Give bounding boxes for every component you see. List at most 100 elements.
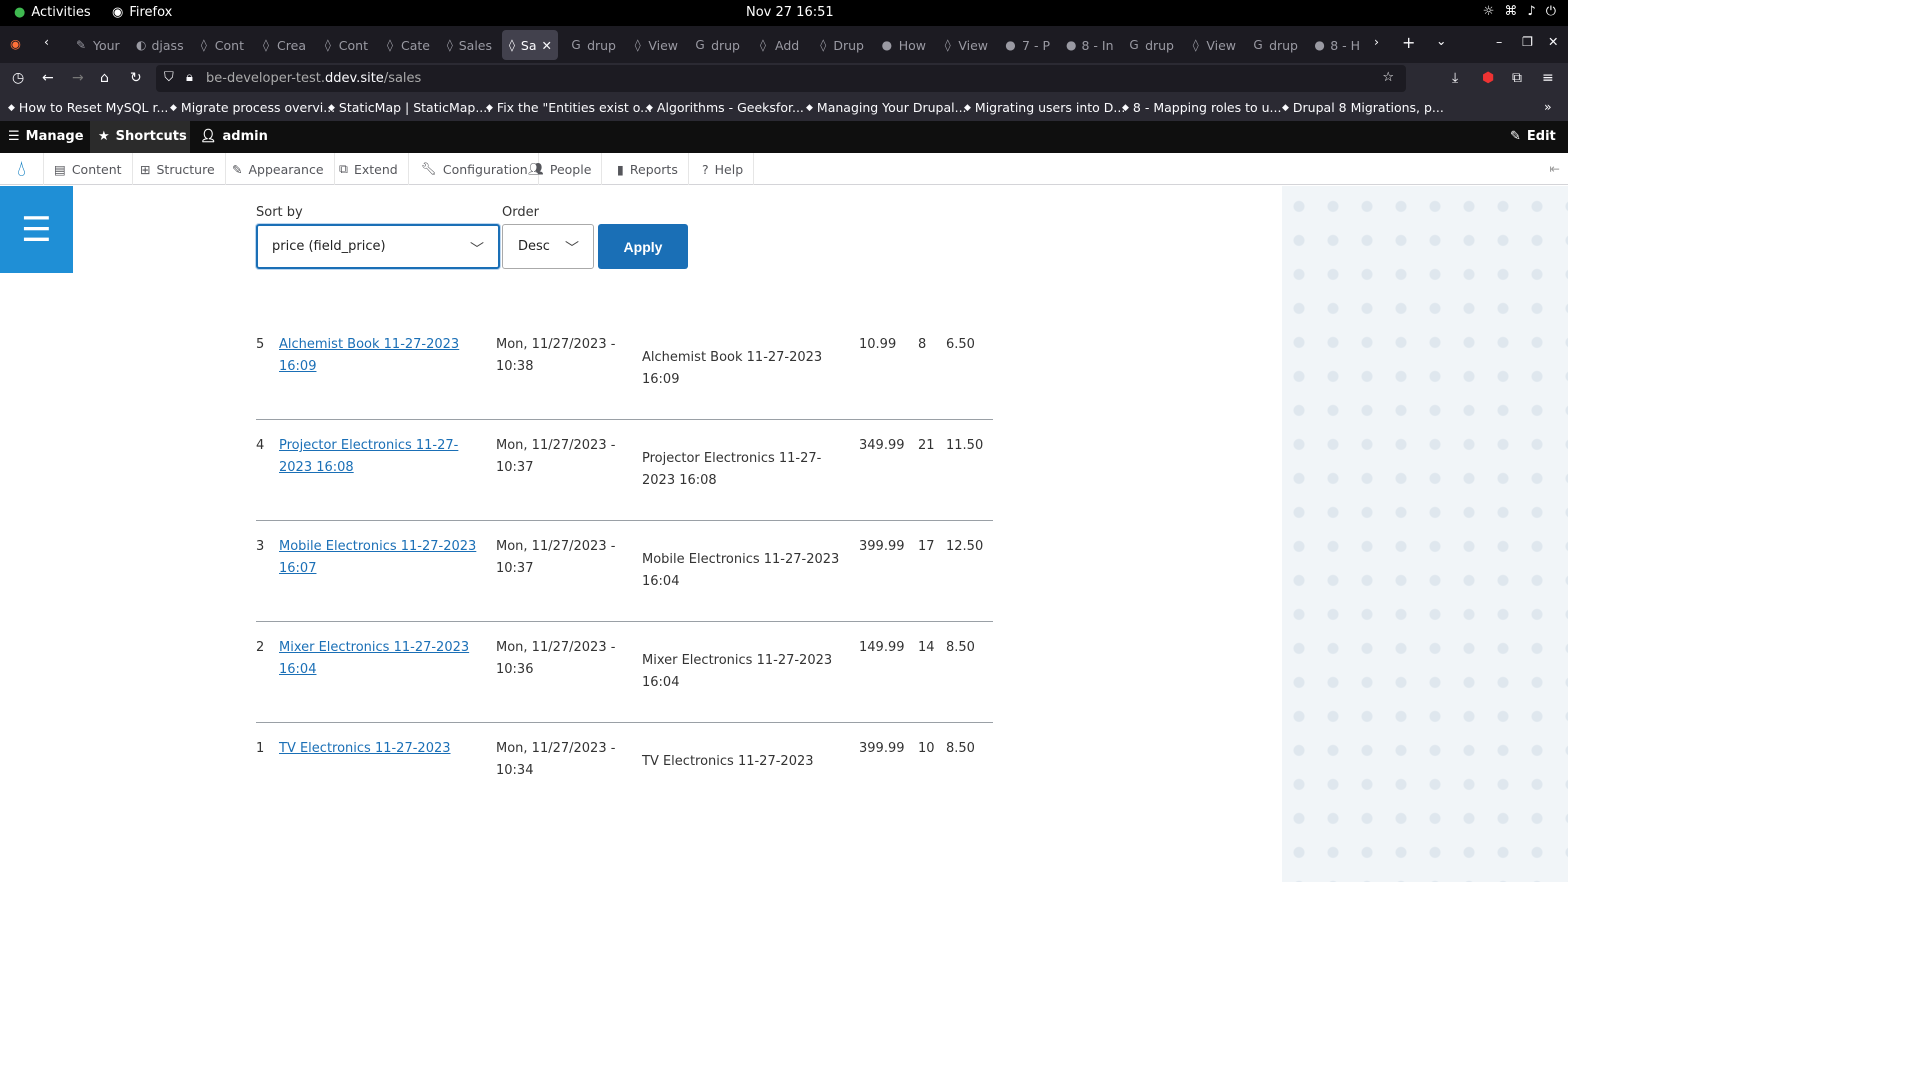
tab-15[interactable]: ● 7 - P xyxy=(998,30,1056,60)
tab-4[interactable]: ◊ Cont xyxy=(316,30,374,60)
google-icon: G xyxy=(571,38,581,52)
reload-icon[interactable]: ↻ xyxy=(130,70,142,86)
extensions-icon[interactable]: ⧉ xyxy=(1512,70,1522,86)
tab-13[interactable]: ● How xyxy=(874,30,932,60)
downloads-icon[interactable]: ⤓ xyxy=(1452,70,1458,86)
row-title-link[interactable]: TV Electronics 11-27-2023 xyxy=(279,738,489,760)
tab-label: Sales xyxy=(458,37,492,53)
clock[interactable]: Nov 27 16:51 xyxy=(746,5,834,20)
admin-menu-label: People xyxy=(549,161,592,177)
tab-19[interactable]: Gdrup xyxy=(1246,30,1304,60)
user-button[interactable]: 👤︎ admin xyxy=(200,129,268,144)
bookmark-item[interactable]: ◆ 8 - Mapping roles to u... xyxy=(1122,100,1281,115)
home-icon[interactable]: ⌂ xyxy=(100,70,109,86)
bookmark-favicon-icon: ◆ xyxy=(328,102,335,113)
tab-2[interactable]: ◊ Cont xyxy=(192,30,250,60)
shortcuts-button[interactable]: ★ Shortcuts xyxy=(98,129,187,144)
row-title-link[interactable]: Mobile Electronics 11-27-2023 16:07 xyxy=(279,536,489,580)
bookmark-item[interactable]: ◆ How to Reset MySQL r... xyxy=(8,100,168,115)
row-title-link[interactable]: Alchemist Book 11-27-2023 16:09 xyxy=(279,334,489,378)
admin-menu-content[interactable]: ▤ Content xyxy=(44,153,133,185)
system-tray[interactable]: ☼ ⌘ ♪ ⏻ xyxy=(1483,4,1556,19)
admin-menu-people[interactable]: 👥︎ People xyxy=(518,153,603,185)
order-select[interactable]: Desc ﹀ xyxy=(502,224,594,269)
tab-0[interactable]: ✎ Your xyxy=(68,30,126,60)
close-window-icon[interactable]: ✕ xyxy=(1548,34,1558,49)
orientation-toggle-icon[interactable]: ⇤ xyxy=(1550,161,1560,176)
drupal-icon: ◊ xyxy=(944,38,951,52)
bookmark-item[interactable]: ◆ Managing Your Drupal... xyxy=(806,100,967,115)
tab-label: Cate xyxy=(401,37,430,53)
sort-by-select[interactable]: price (field_price) ﹀ xyxy=(256,224,500,269)
url-bar[interactable]: ⛉ 🔒︎ be-developer-test.ddev.site/sales ☆ xyxy=(156,65,1406,92)
bookmark-label: Fix the "Entities exist o... xyxy=(496,100,653,115)
bookmark-favicon-icon: ◆ xyxy=(486,102,493,113)
new-tab-icon[interactable]: + xyxy=(1402,33,1415,52)
bookmark-item[interactable]: ◆ StaticMap | StaticMap.... xyxy=(328,100,491,115)
tab-strip: ◉ ‹ ✎ Your ◐ djass ◊ Cont ◊ Crea ◊ Cont ◊ Cate ◊ Sale… xyxy=(0,26,1568,63)
tab-1[interactable]: ◐ djass xyxy=(130,30,188,60)
bookmark-item[interactable]: ◆ Migrate process overvi... xyxy=(170,100,335,115)
close-tab-icon[interactable]: ✕ xyxy=(542,38,552,53)
back-icon[interactable]: ← xyxy=(42,70,54,86)
chevron-down-icon: ﹀ xyxy=(470,242,484,258)
apply-button[interactable]: Apply xyxy=(598,224,688,269)
admin-menu-appearance[interactable]: ✎ Appearance xyxy=(222,153,335,185)
tabs-scroll-right-icon[interactable]: › xyxy=(1374,34,1379,49)
bookmark-item[interactable]: ◆ Algorithms - Geeksfor... xyxy=(646,100,804,115)
minimize-icon[interactable]: – xyxy=(1496,34,1502,49)
activities-button[interactable]: ● Activities xyxy=(14,5,91,20)
admin-menu-label: Configuration xyxy=(442,161,528,177)
bookmark-item[interactable]: ◆ Fix the "Entities exist o... xyxy=(486,100,652,115)
row-title-link[interactable]: Projector Electronics 11-27-2023 16:08 xyxy=(279,435,489,479)
row-name: TV Electronics 11-27-2023 xyxy=(642,754,814,769)
ublock-icon[interactable]: ⬢ xyxy=(1482,70,1494,86)
drupal-icon: ◊ xyxy=(634,38,641,52)
tab-label: 7 - P xyxy=(1022,37,1050,53)
tab-3[interactable]: ◊ Crea xyxy=(254,30,312,60)
background-pattern xyxy=(1282,186,1568,882)
configuration-icon: 🔧︎ xyxy=(421,161,437,176)
tab-7[interactable]: ◊ Sa ✕ xyxy=(502,30,558,60)
manage-button[interactable]: ☰ Manage xyxy=(8,129,84,144)
row-title-link[interactable]: Mixer Electronics 11-27-2023 16:04 xyxy=(279,637,489,681)
tab-20[interactable]: ● 8 - H xyxy=(1308,30,1366,60)
hamburger-menu-icon[interactable]: ☰ xyxy=(0,186,73,273)
more-bookmarks-icon[interactable]: » xyxy=(1544,99,1552,114)
sort-by-label: Sort by xyxy=(256,205,303,220)
tab-16[interactable]: ● 8 - In xyxy=(1060,30,1118,60)
tab-18[interactable]: ◊ View xyxy=(1184,30,1242,60)
tab-10[interactable]: Gdrup xyxy=(688,30,746,60)
admin-menu-structure[interactable]: ⊞ Structure xyxy=(130,153,226,185)
tab-17[interactable]: Gdrup xyxy=(1122,30,1180,60)
tab-8[interactable]: Gdrup xyxy=(564,30,622,60)
row-quantity: 17 xyxy=(918,539,935,554)
tab-5[interactable]: ◊ Cate xyxy=(378,30,436,60)
menu-icon[interactable]: ≡ xyxy=(1542,70,1554,86)
forward-icon[interactable]: → xyxy=(72,70,84,86)
drupal-icon: ◊ xyxy=(263,38,269,52)
app-menu[interactable]: ◉ Firefox xyxy=(112,5,172,20)
tab-12[interactable]: ◊ Drup xyxy=(812,30,870,60)
admin-menu-extend[interactable]: ⧉ Extend xyxy=(329,153,409,185)
tab-11[interactable]: ◊ Add xyxy=(750,30,808,60)
star-icon[interactable]: ☆ xyxy=(1382,70,1394,85)
restore-icon[interactable]: ❐ xyxy=(1522,34,1533,49)
drupal-home-icon[interactable]: 💧︎ xyxy=(0,153,44,185)
system-top-bar: ● Activities ◉ Firefox Nov 27 16:51 ☼ ⌘ ♪ … xyxy=(0,0,1568,26)
bookmark-item[interactable]: ◆ Drupal 8 Migrations, p... xyxy=(1282,100,1444,115)
edit-button[interactable]: ✎ Edit xyxy=(1510,129,1556,144)
tab-14[interactable]: ◊ View xyxy=(936,30,994,60)
admin-menu-reports[interactable]: ▮ Reports xyxy=(607,153,689,185)
drop-icon: ● xyxy=(1066,38,1077,52)
list-tabs-icon[interactable]: ⌄ xyxy=(1436,33,1446,48)
firefox-view-icon[interactable]: ◉ xyxy=(10,36,21,51)
row-name: Projector Electronics 11-27-2023 16:08 xyxy=(642,451,822,488)
tab-6[interactable]: ◊ Sales xyxy=(440,30,498,60)
tabs-scroll-left-icon[interactable]: ‹ xyxy=(44,34,49,49)
history-icon[interactable]: ◷ xyxy=(12,70,24,86)
tab-9[interactable]: ◊ View xyxy=(626,30,684,60)
row-separator xyxy=(256,621,993,622)
admin-menu-help[interactable]: ? Help xyxy=(692,153,755,185)
bookmark-item[interactable]: ◆ Migrating users into D... xyxy=(964,100,1125,115)
